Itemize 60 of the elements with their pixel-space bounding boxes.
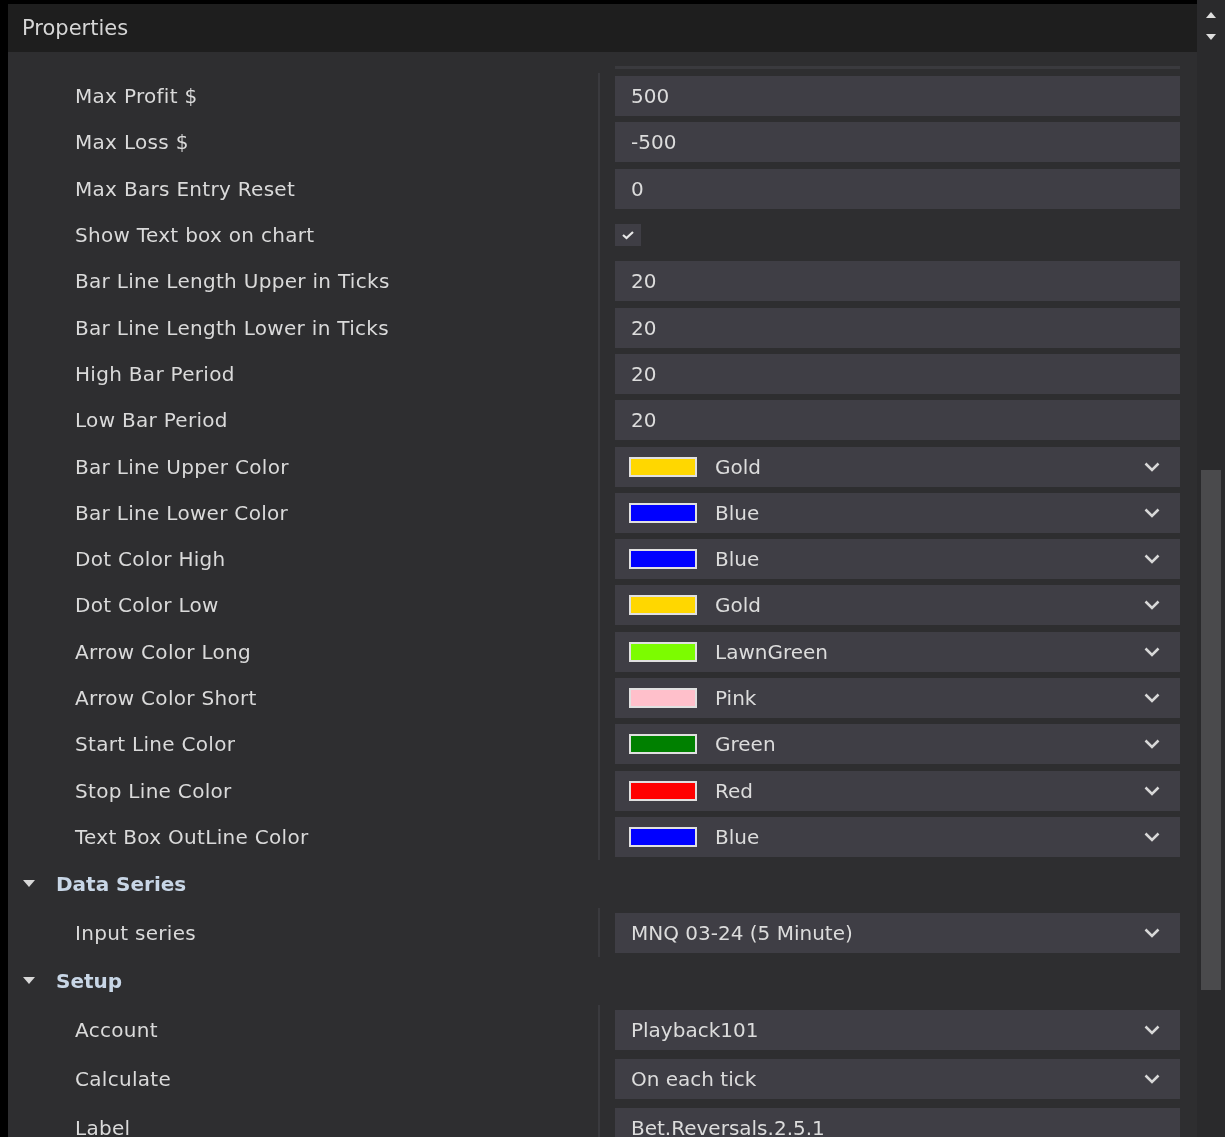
color-dropdown[interactable]: Pink — [615, 678, 1180, 718]
chevron-icon — [1144, 927, 1160, 938]
property-label: Max Profit $ — [75, 84, 199, 109]
chevron-icon — [1144, 646, 1160, 657]
color-dropdown[interactable]: Blue — [615, 492, 1180, 533]
value-field[interactable]: -500 — [615, 122, 1180, 163]
property-label: Calculate — [75, 1066, 173, 1091]
chevron-icon — [1144, 785, 1160, 796]
chevron-icon — [1144, 693, 1160, 703]
property-label: Bar Line Length Lower in Ticks — [75, 315, 390, 340]
property-label: Low Bar Period — [75, 408, 229, 433]
property-label: Show Text box on chart — [75, 223, 316, 248]
value-field[interactable]: 20 — [615, 261, 1180, 302]
checkbox[interactable] — [615, 224, 641, 247]
color-dropdown[interactable]: Gold — [615, 446, 1180, 487]
color-dropdown[interactable]: Red — [615, 770, 1180, 811]
section-title: Setup — [56, 969, 123, 994]
value-field[interactable]: 20 — [615, 307, 1180, 348]
property-label: Account — [75, 1017, 159, 1042]
property-label: Max Bars Entry Reset — [75, 176, 297, 201]
scrollbar[interactable] — [1197, 0, 1225, 1137]
property-label: Bar Line Lower Color — [75, 500, 290, 525]
chevron-icon — [1144, 739, 1160, 750]
property-label: Input series — [75, 920, 197, 945]
color-dropdown[interactable]: Gold — [615, 585, 1180, 626]
property-label: High Bar Period — [75, 361, 236, 386]
chevron-icon — [1144, 600, 1160, 611]
chevron-icon — [1144, 1073, 1160, 1084]
property-label: Max Loss $ — [75, 130, 190, 155]
dropdown[interactable]: Playback101 — [615, 1009, 1180, 1050]
property-label: Dot Color Low — [75, 593, 220, 618]
color-dropdown[interactable]: Blue — [615, 539, 1180, 580]
chevron-icon — [1144, 461, 1160, 472]
checkmark-icon — [622, 230, 634, 241]
value-field[interactable]: 500 — [615, 76, 1180, 117]
color-dropdown[interactable]: LawnGreen — [615, 631, 1180, 672]
property-label: Label — [75, 1115, 132, 1137]
property-label: Start Line Color — [75, 732, 237, 757]
property-label: Text Box OutLine Color — [75, 824, 310, 849]
property-label: Bar Line Upper Color — [75, 454, 290, 479]
scrollbar-thumb[interactable] — [1201, 470, 1221, 990]
dropdown[interactable]: MNQ 03-24 (5 Minute) — [615, 912, 1180, 953]
property-label: Arrow Color Short — [75, 686, 258, 710]
property-label: Bar Line Length Upper in Ticks — [75, 269, 391, 294]
value-field[interactable]: Bet.Reversals.2.5.1 — [615, 1107, 1180, 1137]
chevron-icon — [1144, 507, 1160, 518]
property-label: Arrow Color Long — [75, 639, 253, 664]
chevron-icon — [1144, 554, 1160, 565]
property-label: Dot Color High — [75, 547, 227, 572]
dropdown[interactable]: On each tick — [615, 1058, 1180, 1099]
chevron-icon — [1144, 1024, 1160, 1035]
section-title: Data Series — [56, 872, 187, 897]
panel-title: Properties — [22, 16, 129, 40]
property-label: Stop Line Color — [75, 778, 233, 803]
value-field[interactable]: 20 — [615, 353, 1180, 394]
value-field[interactable]: 0 — [615, 168, 1180, 209]
chevron-icon — [1144, 831, 1160, 842]
value-field[interactable]: 20 — [615, 400, 1180, 441]
color-dropdown[interactable]: Green — [615, 724, 1180, 765]
color-dropdown[interactable]: Blue — [615, 816, 1180, 857]
